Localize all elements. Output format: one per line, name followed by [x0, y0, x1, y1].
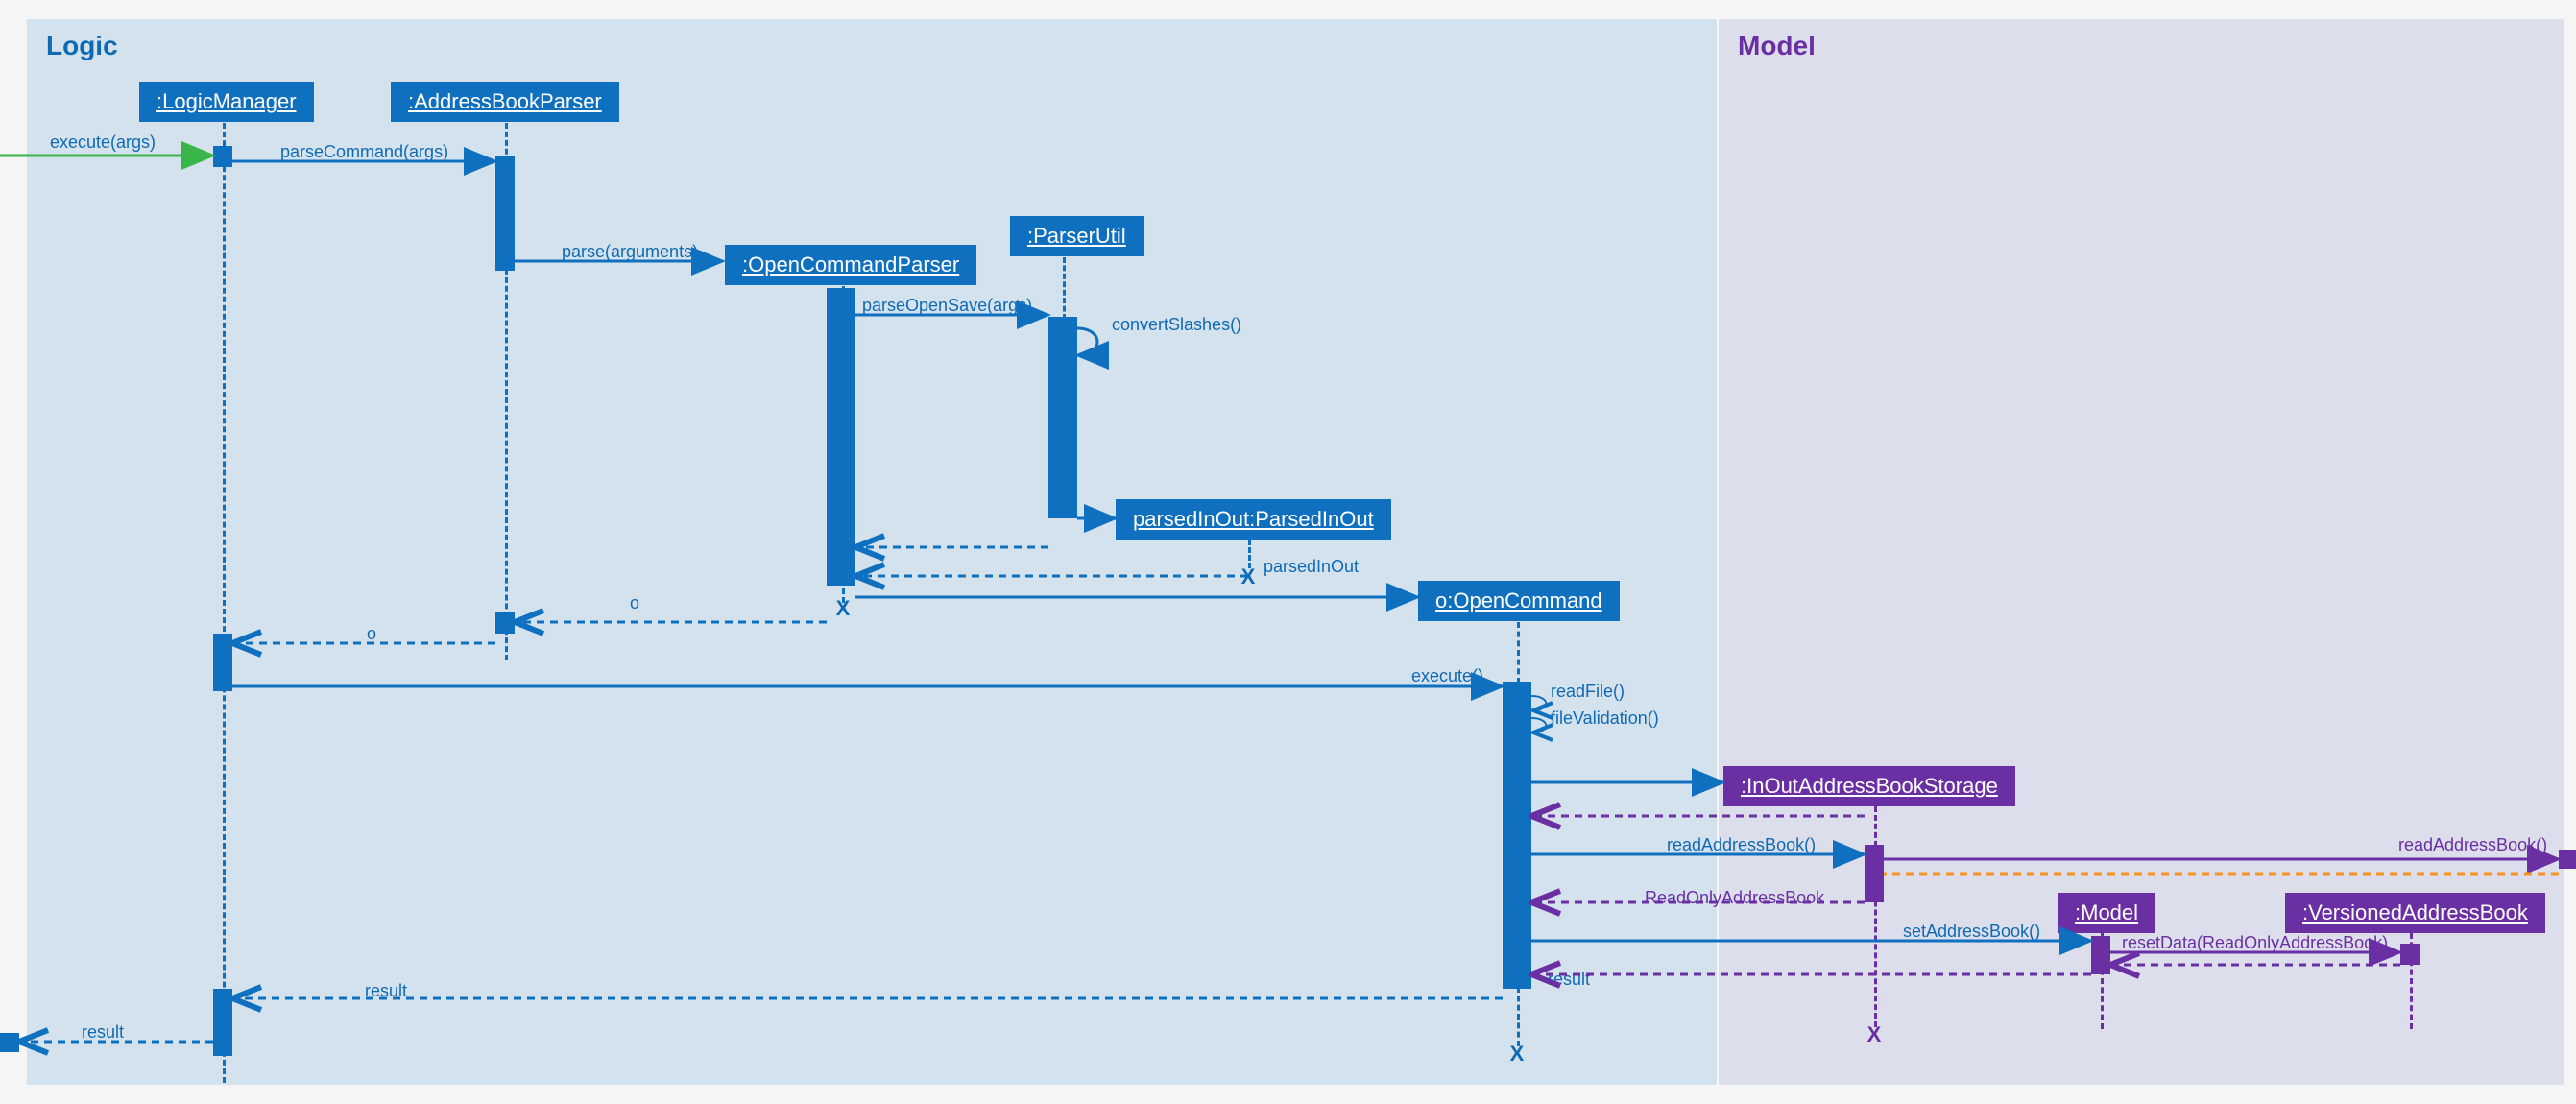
open-cmd-lifeline-top — [1517, 622, 1520, 684]
ocp-destroy: X — [833, 599, 853, 618]
lm-act1 — [213, 146, 232, 167]
open-command-box: o:OpenCommand — [1418, 581, 1620, 621]
msg-set-address-book: setAddressBook() — [1903, 922, 2040, 942]
parser-util-lifeline-top — [1063, 257, 1066, 320]
msg-read-address-book: readAddressBook() — [1667, 835, 1816, 855]
model-act — [2091, 936, 2110, 974]
oc-destroy: X — [1507, 1044, 1527, 1064]
msg-parse: parse(arguments) — [562, 242, 698, 262]
logic-title: Logic — [46, 31, 118, 61]
open-command-parser-box: :OpenCommandParser — [725, 245, 976, 285]
msg-parse-open-save: parseOpenSave(args) — [862, 296, 1032, 316]
msg-parsed-in-out: parsedInOut — [1264, 557, 1359, 577]
parser-util-box: :ParserUtil — [1010, 216, 1144, 256]
abp-act1 — [495, 156, 515, 271]
msg-read-address-book2: readAddressBook() — [2398, 835, 2547, 855]
lm-act3 — [213, 989, 232, 1056]
msg-parse-command: parseCommand(args) — [280, 142, 448, 162]
parsed-in-out-box: parsedInOut:ParsedInOut — [1116, 499, 1391, 540]
msg-result-lm: result — [365, 981, 407, 1001]
model-box: :Model — [2058, 893, 2155, 933]
abp-act2 — [495, 612, 515, 634]
address-book-parser-box: :AddressBookParser — [391, 82, 619, 122]
msg-convert-slashes: convertSlashes() — [1112, 315, 1241, 335]
vab-act — [2400, 944, 2420, 965]
msg-reset-data: resetData(ReadOnlyAddressBook) — [2122, 933, 2388, 953]
msg-readonly-ab: ReadOnlyAddressBook — [1645, 888, 1824, 908]
pio-destroy: X — [1239, 567, 1258, 587]
lm-act2 — [213, 634, 232, 691]
msg-execute: execute() — [1411, 666, 1483, 686]
logic-manager-lifeline — [223, 123, 226, 1083]
open-cmd-lifeline-bot — [1517, 987, 1520, 1046]
msg-o1: o — [630, 593, 639, 613]
ext-left-act — [0, 1033, 19, 1052]
msg-execute-args: execute(args) — [50, 132, 156, 153]
msg-result: result — [1548, 970, 1590, 990]
msg-file-validation: fileValidation() — [1551, 708, 1659, 729]
logic-region: Logic — [27, 19, 1717, 1085]
ext-right-act — [2559, 850, 2576, 869]
storage-lifeline — [1874, 806, 1877, 1027]
logic-manager-box: :LogicManager — [139, 82, 314, 122]
msg-o2: o — [367, 624, 376, 644]
oc-act — [1503, 682, 1531, 989]
storage-act — [1865, 845, 1884, 902]
ocp-act — [827, 288, 855, 586]
pu-act — [1048, 317, 1077, 518]
msg-read-file: readFile() — [1551, 682, 1625, 702]
storage-destroy: X — [1865, 1025, 1884, 1044]
msg-result2: result — [82, 1022, 124, 1043]
in-out-storage-box: :InOutAddressBookStorage — [1723, 766, 2015, 806]
model-title: Model — [1738, 31, 1816, 61]
versioned-ab-box: :VersionedAddressBook — [2285, 893, 2545, 933]
